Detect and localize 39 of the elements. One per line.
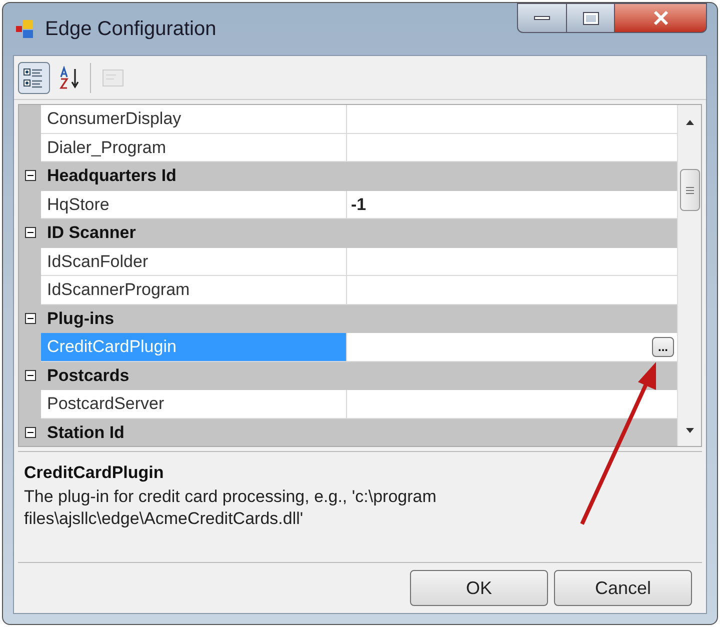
dialog-button[interactable]: OK [410,570,548,606]
property-value-cell[interactable] [347,248,677,276]
dialog-button[interactable]: Cancel [554,570,692,606]
property-value-cell[interactable] [347,105,677,134]
property-name-cell[interactable]: IdScanFolder [41,248,347,276]
property-name-cell[interactable]: HqStore [41,190,347,219]
category-label: ID Scanner [47,222,136,244]
close-button[interactable] [615,3,707,33]
property-value: -1 [351,194,366,216]
scroll-thumb[interactable] [680,169,700,211]
category-label: Station Id [47,422,124,444]
property-value-cell[interactable] [347,390,677,418]
collapse-icon[interactable] [24,312,36,324]
property-value-cell[interactable]: ... [347,333,677,362]
property-name-cell[interactable]: IdScannerProgram [41,276,347,304]
maximize-button[interactable] [567,3,615,33]
property-value-cell[interactable]: -1 [347,190,677,219]
toolbar-button[interactable] [18,62,50,94]
collapse-icon[interactable] [24,227,36,238]
property-name-cell[interactable]: ConsumerDisplay [41,105,347,134]
browse-button[interactable]: ... [652,336,674,357]
category-label: Plug-ins [47,308,114,330]
collapse-icon[interactable] [24,426,36,438]
property-value-cell[interactable] [347,276,677,304]
property-name-cell[interactable]: Dialer_Program [41,134,347,162]
description-text: The plug-in for credit card processing, e.g., 'c:\program files\ajsllc\edge\AcmeCreditCards.dll' [24,486,438,530]
category-label: Headquarters Id [47,165,176,187]
category-label: Postcards [47,364,130,386]
minimize-button[interactable] [517,3,567,33]
property-name-cell[interactable]: PostcardServer [41,390,347,418]
scrollbar[interactable] [677,105,701,446]
scroll-up-icon[interactable] [684,119,694,125]
collapse-icon[interactable] [24,170,36,182]
window-title: Edge Configuration [45,17,216,42]
collapse-icon[interactable] [24,370,36,381]
description-title: CreditCardPlugin [24,462,165,484]
close-icon [652,11,668,25]
property-value-cell[interactable] [347,134,677,162]
scroll-down-icon[interactable] [684,428,694,434]
